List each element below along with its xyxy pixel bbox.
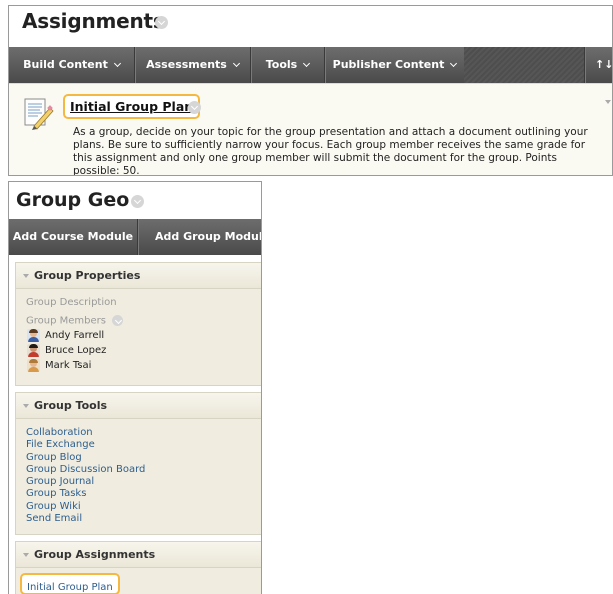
avatar: [27, 358, 40, 372]
tool-link-group-journal[interactable]: Group Journal: [26, 476, 261, 488]
group-title: Group Geo: [16, 189, 130, 211]
collapse-triangle-icon: [23, 404, 29, 408]
build-content-menu[interactable]: Build Content: [9, 47, 134, 83]
tools-menu[interactable]: Tools: [251, 47, 324, 83]
group-options-chevron-icon[interactable]: [131, 195, 144, 208]
module-header[interactable]: Group Assignments: [16, 542, 261, 568]
avatar: [27, 328, 40, 342]
module-heading: Group Properties: [34, 269, 141, 282]
tools-label: Tools: [265, 58, 298, 71]
title-options-chevron-icon[interactable]: [155, 16, 168, 29]
avatar: [27, 343, 40, 357]
group-description-label: Group Description: [26, 297, 117, 308]
tool-link-send-email[interactable]: Send Email: [26, 513, 261, 525]
module-heading: Group Assignments: [34, 548, 156, 561]
assignments-panel: Assignments Build Content Assessments To…: [8, 5, 613, 176]
tool-link-group-tasks[interactable]: Group Tasks: [26, 488, 261, 500]
chevron-down-icon: [232, 59, 240, 68]
content-toolbar: Build Content Assessments Tools Publishe…: [9, 47, 612, 83]
assignment-link-highlight: Initial Group Plan: [20, 573, 120, 594]
add-group-module-label: Add Group Module: [155, 230, 262, 243]
assignment-title-highlight: Initial Group Plan: [63, 94, 201, 119]
item-options-chevron-icon[interactable]: [188, 101, 201, 114]
add-course-module-label: Add Course Module: [12, 230, 134, 243]
assignment-document-icon: [24, 98, 54, 130]
add-group-module-button[interactable]: Add Group Module: [138, 219, 262, 255]
group-panel: Group Geo Add Course Module Add Group Mo…: [8, 181, 262, 594]
assessments-menu[interactable]: Assessments: [135, 47, 250, 83]
tool-link-group-discussion-board[interactable]: Group Discussion Board: [26, 464, 261, 476]
chevron-down-icon: [450, 59, 458, 68]
group-properties-module: Group Properties Group Description Group…: [15, 262, 261, 386]
add-course-module-button[interactable]: Add Course Module: [9, 219, 137, 255]
member-row[interactable]: Andy Farrell: [26, 328, 261, 343]
tool-link-group-blog[interactable]: Group Blog: [26, 452, 261, 464]
collapse-triangle-icon: [23, 274, 29, 278]
assignment-title-link[interactable]: Initial Group Plan: [70, 99, 193, 114]
group-members-label: Group Members: [26, 315, 261, 328]
group-assignments-module: Group Assignments Initial Group Plan: [15, 541, 261, 594]
chevron-down-icon: [303, 59, 311, 68]
group-assignment-link[interactable]: Initial Group Plan: [27, 582, 113, 593]
group-members-text: Group Members: [26, 315, 106, 327]
tool-link-group-wiki[interactable]: Group Wiki: [26, 501, 261, 513]
collapse-triangle-icon[interactable]: [605, 100, 611, 104]
tool-link-file-exchange[interactable]: File Exchange: [26, 439, 261, 451]
member-name: Bruce Lopez: [45, 344, 107, 356]
group-tools-module: Group Tools Collaboration File Exchange …: [15, 392, 261, 535]
member-row[interactable]: Bruce Lopez: [26, 343, 261, 358]
tool-link-collaboration[interactable]: Collaboration: [26, 427, 261, 439]
assignment-description: As a group, decide on your topic for the…: [73, 126, 588, 176]
member-row[interactable]: Mark Tsai: [26, 358, 261, 373]
module-header[interactable]: Group Tools: [16, 393, 261, 419]
module-heading: Group Tools: [34, 399, 108, 412]
member-name: Andy Farrell: [45, 329, 105, 341]
chevron-down-icon: [113, 59, 121, 68]
collapse-triangle-icon: [23, 553, 29, 557]
build-content-label: Build Content: [23, 58, 108, 71]
member-name: Mark Tsai: [45, 359, 92, 371]
toolbar-divider: [584, 47, 585, 83]
page-title: Assignments: [22, 9, 165, 33]
sort-items-button[interactable]: ↑↓: [595, 47, 612, 83]
publisher-content-label: Publisher Content: [332, 58, 445, 71]
module-header[interactable]: Group Properties: [16, 263, 261, 289]
members-options-chevron-icon[interactable]: [112, 315, 124, 326]
assessments-label: Assessments: [146, 58, 227, 71]
publisher-content-menu[interactable]: Publisher Content: [325, 47, 464, 83]
content-item-row: Initial Group Plan As a group, decide on…: [9, 83, 612, 176]
group-toolbar: Add Course Module Add Group Module: [9, 219, 262, 255]
toolbar-filler: [464, 47, 584, 83]
